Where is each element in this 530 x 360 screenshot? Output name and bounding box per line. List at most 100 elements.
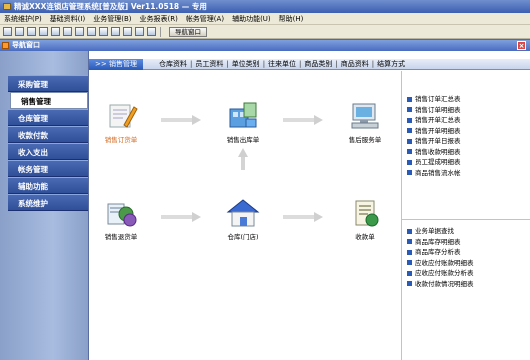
nav-window-icon bbox=[2, 42, 9, 49]
bullet-icon bbox=[407, 138, 412, 144]
sales-outbound-label: 销售出库单 bbox=[226, 136, 260, 144]
bullet-icon bbox=[407, 170, 412, 175]
menu-accounts[interactable]: 帐务管理(A) bbox=[186, 14, 224, 24]
report-link[interactable]: 销售开单汇总表 bbox=[402, 115, 530, 126]
report-link[interactable]: 员工提成明细表 bbox=[402, 157, 530, 168]
menu-system[interactable]: 系统维护(P) bbox=[4, 14, 42, 24]
bullet-icon bbox=[407, 281, 412, 286]
nav-window-titlebar: 导航窗口 × bbox=[0, 40, 530, 51]
bullet-icon bbox=[407, 270, 412, 276]
report-link[interactable]: 销售开单明细表 bbox=[402, 126, 530, 137]
menu-reports[interactable]: 业务报表(R) bbox=[139, 14, 177, 24]
reports-divider bbox=[402, 219, 530, 220]
sales-return-icon bbox=[104, 198, 138, 228]
tab-partners[interactable]: 往来单位 bbox=[266, 59, 298, 69]
report-link[interactable]: 销售订单明细表 bbox=[402, 105, 530, 116]
nav-window-title: 导航窗口 bbox=[12, 41, 40, 49]
report-link[interactable]: 业务单据查找 bbox=[402, 226, 530, 237]
sales-reports-list: 销售订单汇总表 销售订单明细表 销售开单汇总表 销售开单明细表 销售开单日报表 … bbox=[402, 94, 530, 178]
arrow-right bbox=[283, 212, 323, 222]
general-reports-list: 业务单据查找 商品库存明细表 商品库存分析表 应收应付账款明细表 应收应付账款分… bbox=[402, 226, 530, 289]
document-icon[interactable] bbox=[27, 27, 36, 36]
sidebar: 采购管理 销售管理 仓库管理 收款付款 收入支出 帐务管理 辅助功能 系统维护 bbox=[0, 51, 88, 360]
arrow-right bbox=[161, 115, 201, 125]
list-icon[interactable] bbox=[15, 27, 24, 36]
tab-bar: >> 销售管理 仓库资料 | 员工资料 | 单位类别 | 往来单位 | 商品类别 | 商品… bbox=[89, 58, 530, 70]
sidebar-item-purchase[interactable]: 采购管理 bbox=[8, 75, 88, 92]
nav-window: 导航窗口 × 采购管理 销售管理 仓库管理 收款付款 收入支出 帐务管理 辅助功… bbox=[0, 40, 530, 360]
sidebar-item-system[interactable]: 系统维护 bbox=[8, 194, 88, 211]
sidebar-item-warehouse[interactable]: 仓库管理 bbox=[8, 109, 88, 126]
bullet-icon bbox=[407, 239, 412, 244]
settings-icon[interactable] bbox=[135, 27, 144, 36]
close-icon[interactable]: × bbox=[517, 41, 526, 50]
bullet-icon bbox=[407, 107, 412, 112]
app-icon bbox=[3, 3, 11, 10]
report-link[interactable]: 应收应付账款分析表 bbox=[402, 268, 530, 279]
edit-icon[interactable] bbox=[87, 27, 96, 36]
menu-business[interactable]: 业务管理(B) bbox=[93, 14, 131, 24]
main-panel: >> 销售管理 仓库资料 | 员工资料 | 单位类别 | 往来单位 | 商品类别 | 商品… bbox=[88, 51, 530, 360]
folder-icon[interactable] bbox=[51, 27, 60, 36]
tab-product-category[interactable]: 商品类别 bbox=[302, 59, 334, 69]
receipt-label: 收款单 bbox=[355, 233, 375, 241]
bullet-icon bbox=[407, 249, 412, 255]
report-link[interactable]: 销售收款明细表 bbox=[402, 147, 530, 158]
nav-window-button[interactable]: 导航窗口 bbox=[169, 26, 207, 37]
sales-order-icon bbox=[104, 101, 138, 131]
printer-icon[interactable] bbox=[123, 27, 132, 36]
bullet-icon bbox=[407, 128, 412, 133]
report-link[interactable]: 商品销售流水帐 bbox=[402, 168, 530, 179]
sidebar-item-accounts[interactable]: 帐务管理 bbox=[8, 160, 88, 177]
cart-icon[interactable] bbox=[75, 27, 84, 36]
title-bar: 精诚XXX连锁店管理系统[普及版] Ver11.0518 — 专用 bbox=[0, 0, 530, 13]
sales-return-label: 销售退货单 bbox=[104, 233, 138, 241]
report-link[interactable]: 收款付款情况明细表 bbox=[402, 279, 530, 290]
report-icon[interactable] bbox=[111, 27, 120, 36]
toolbar-separator bbox=[160, 26, 161, 37]
sales-outbound-node[interactable]: 销售出库单 bbox=[213, 101, 273, 144]
sidebar-item-income-expense[interactable]: 收入支出 bbox=[8, 143, 88, 160]
tab-settlement[interactable]: 结算方式 bbox=[375, 59, 407, 69]
receipt-icon bbox=[348, 198, 382, 228]
sidebar-item-receipts-payments[interactable]: 收款付款 bbox=[8, 126, 88, 143]
bullet-icon bbox=[407, 159, 412, 165]
sales-return-node[interactable]: 销售退货单 bbox=[91, 198, 151, 241]
grid-icon[interactable] bbox=[39, 27, 48, 36]
help-icon[interactable] bbox=[147, 27, 156, 36]
tab-product-data[interactable]: 商品资料 bbox=[339, 59, 371, 69]
retail-service-node[interactable]: 售后服务单 bbox=[335, 101, 395, 144]
calculator-icon[interactable] bbox=[99, 27, 108, 36]
warehouse-node[interactable]: 仓库(门店) bbox=[213, 198, 273, 241]
tab-employee-data[interactable]: 员工资料 bbox=[193, 59, 225, 69]
report-link[interactable]: 应收应付账款明细表 bbox=[402, 258, 530, 269]
menu-help[interactable]: 帮助(H) bbox=[279, 14, 304, 24]
tab-warehouse-data[interactable]: 仓库资料 bbox=[157, 59, 189, 69]
house-icon bbox=[226, 198, 260, 228]
arrow-right bbox=[283, 115, 323, 125]
bullet-icon bbox=[407, 260, 412, 265]
report-link[interactable]: 商品库存明细表 bbox=[402, 237, 530, 248]
arrow-right bbox=[161, 212, 201, 222]
window-title: 精诚XXX连锁店管理系统[普及版] Ver11.0518 — 专用 bbox=[14, 2, 207, 11]
tab-unit-category[interactable]: 单位类别 bbox=[230, 59, 262, 69]
bullet-icon bbox=[407, 117, 412, 123]
menu-utilities[interactable]: 辅助功能(U) bbox=[232, 14, 271, 24]
report-link[interactable]: 商品库存分析表 bbox=[402, 247, 530, 258]
computer-icon bbox=[348, 101, 382, 131]
bullet-icon bbox=[407, 96, 412, 102]
users-icon[interactable] bbox=[63, 27, 72, 36]
current-module-tab: >> 销售管理 bbox=[89, 58, 143, 70]
toolbar: 导航窗口 bbox=[0, 25, 530, 39]
sales-order-node[interactable]: 销售订货单 bbox=[91, 101, 151, 144]
bullet-icon bbox=[407, 149, 412, 154]
sidebar-item-utilities[interactable]: 辅助功能 bbox=[8, 177, 88, 194]
sales-outbound-icon bbox=[226, 101, 260, 131]
new-icon[interactable] bbox=[3, 27, 12, 36]
report-link[interactable]: 销售订单汇总表 bbox=[402, 94, 530, 105]
menu-basic-data[interactable]: 基础资料(I) bbox=[50, 14, 86, 24]
menu-bar: 系统维护(P) 基础资料(I) 业务管理(B) 业务报表(R) 帐务管理(A) … bbox=[0, 13, 530, 25]
sidebar-item-sales[interactable]: 销售管理 bbox=[10, 92, 88, 109]
report-link[interactable]: 销售开单日报表 bbox=[402, 136, 530, 147]
receipt-node[interactable]: 收款单 bbox=[335, 198, 395, 241]
